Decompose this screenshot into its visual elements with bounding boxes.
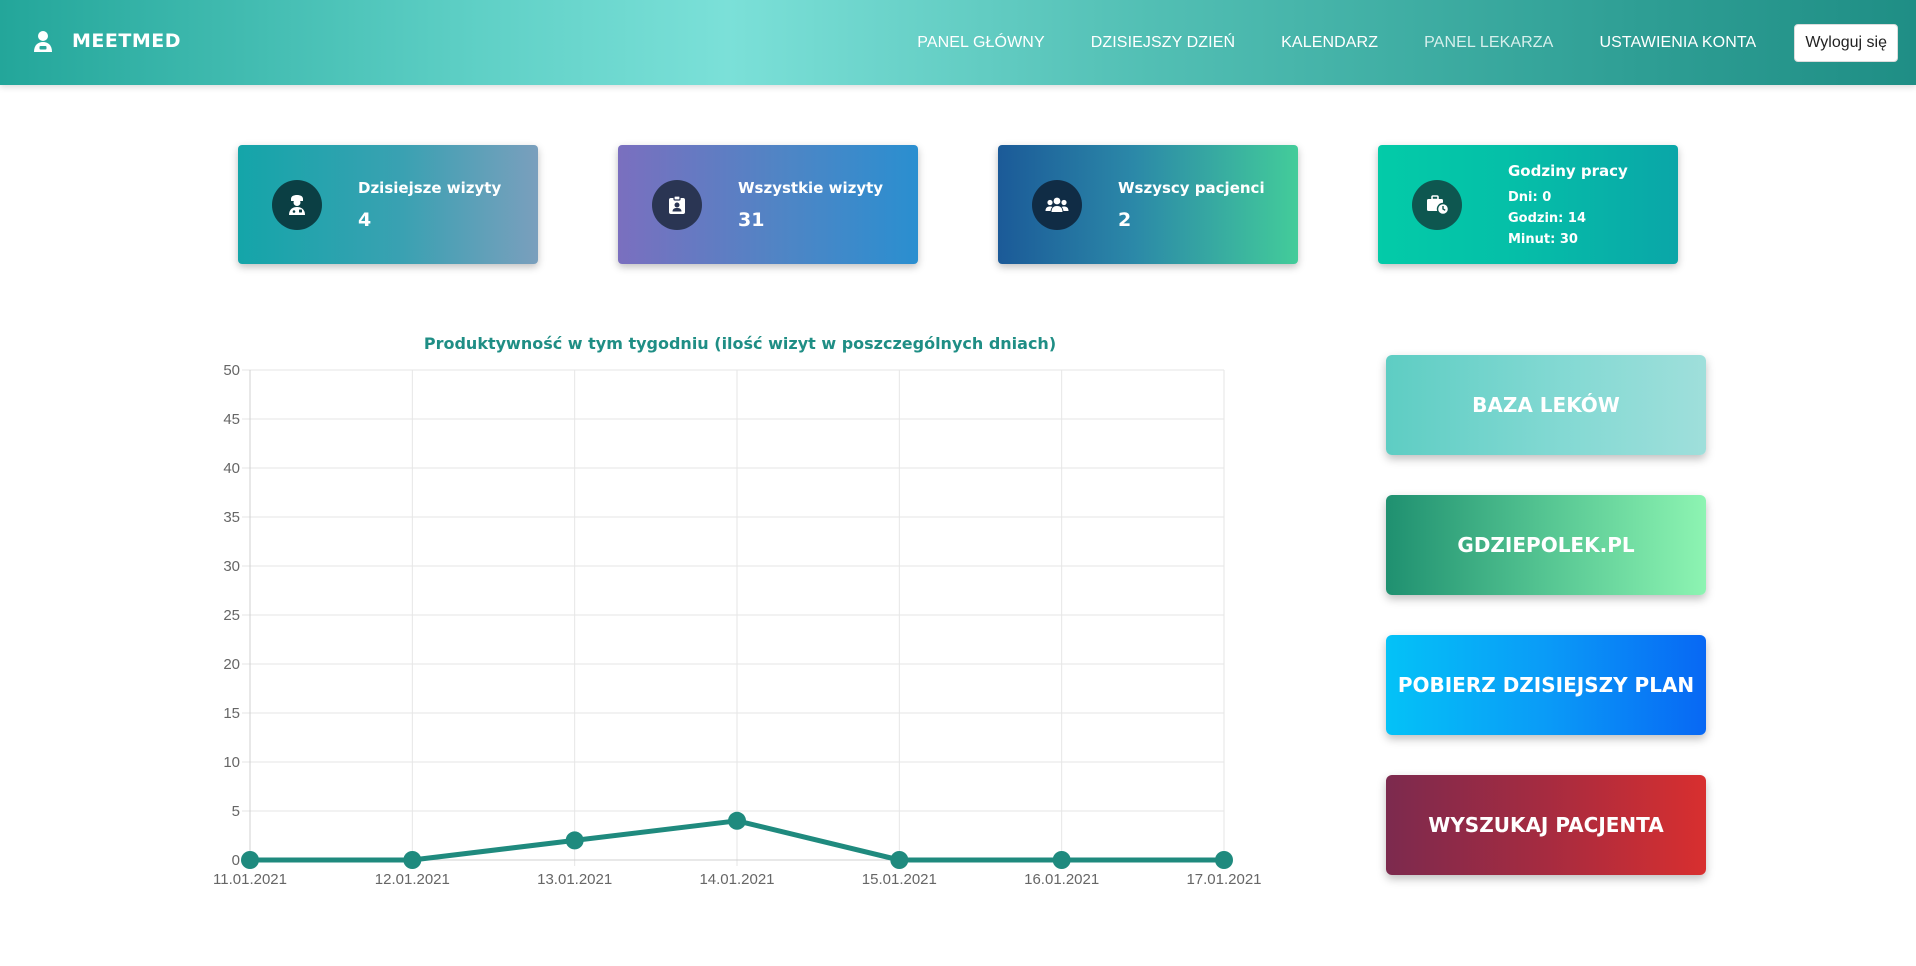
brand[interactable]: MEETMED (30, 28, 181, 54)
x-tick-label: 14.01.2021 (699, 871, 774, 888)
data-point (1052, 851, 1071, 869)
y-tick-label: 10 (223, 754, 240, 771)
nav-item-ustawienia-konta[interactable]: USTAWIENIA KONTA (1599, 34, 1756, 52)
nav-item-kalendarz[interactable]: KALENDARZ (1281, 34, 1378, 52)
y-tick-label: 25 (223, 607, 240, 624)
card-value: 31 (738, 209, 765, 231)
x-tick-label: 16.01.2021 (1024, 871, 1099, 888)
nav-item-panel-glowny[interactable]: PANEL GŁÓWNY (917, 34, 1044, 52)
y-tick-label: 5 (232, 803, 240, 820)
nav-item-dzisiejszy-dzien[interactable]: DZISIEJSZY DZIEŃ (1091, 34, 1235, 52)
y-tick-label: 0 (232, 852, 240, 869)
working-hours-details: Dni: 0 Godzin: 14 Minut: 30 (1508, 187, 1586, 250)
nav-links: PANEL GŁÓWNY DZISIEJSZY DZIEŃ KALENDARZ … (917, 0, 1916, 85)
y-tick-label: 40 (223, 460, 240, 477)
y-tick-label: 15 (223, 705, 240, 722)
x-tick-label: 15.01.2021 (862, 871, 937, 888)
doctor-user-icon (30, 28, 56, 54)
working-hours: Godzin: 14 (1508, 211, 1586, 226)
stat-card-todays-visits: Dzisiejsze wizyty 4 (238, 145, 538, 264)
productivity-chart: Produktywność w tym tygodniu (ilość wizy… (200, 330, 1280, 900)
nav-item-panel-lekarza[interactable]: PANEL LEKARZA (1424, 34, 1553, 52)
stat-card-working-hours: Godziny pracy Dni: 0 Godzin: 14 Minut: 3… (1378, 145, 1678, 264)
gdziepolek-button[interactable]: GDZIEPOLEK.PL (1386, 495, 1706, 595)
briefcase-clock-icon (1412, 180, 1462, 230)
y-tick-label: 20 (223, 656, 240, 673)
y-tick-label: 45 (223, 411, 240, 428)
stat-card-all-patients: Wszyscy pacjenci 2 (998, 145, 1298, 264)
chart-plot: 0 5 10 15 20 25 30 35 40 45 50 11.01.2021 12.01.2021… (213, 362, 1262, 888)
card-title: Dzisiejsze wizyty (358, 179, 502, 197)
drug-database-button[interactable]: BAZA LEKÓW (1386, 355, 1706, 455)
stat-card-all-visits: Wszystkie wizyty 31 (618, 145, 918, 264)
x-tick-label: 13.01.2021 (537, 871, 612, 888)
data-point (403, 851, 422, 869)
search-patient-button[interactable]: WYSZUKAJ PACJENTA (1386, 775, 1706, 875)
doctor-icon (272, 180, 322, 230)
working-days: Dni: 0 (1508, 190, 1552, 205)
card-value: 2 (1118, 209, 1132, 231)
data-point (728, 811, 746, 830)
y-tick-label: 30 (223, 558, 240, 575)
logout-button[interactable]: Wyloguj się (1794, 23, 1898, 62)
x-tick-label: 11.01.2021 (213, 871, 287, 888)
data-point (241, 851, 259, 869)
data-point (890, 851, 909, 869)
brand-name: MEETMED (72, 30, 181, 52)
card-title: Wszyscy pacjenci (1118, 179, 1265, 197)
x-tick-label: 17.01.2021 (1186, 871, 1261, 888)
download-daily-plan-button[interactable]: POBIERZ DZISIEJSZY PLAN (1386, 635, 1706, 735)
working-minutes: Minut: 30 (1508, 232, 1578, 247)
data-point (1215, 851, 1233, 869)
x-tick-label: 12.01.2021 (375, 871, 450, 888)
card-value: 4 (358, 209, 372, 231)
users-icon (1032, 180, 1082, 230)
data-point (565, 831, 584, 850)
id-badge-icon (652, 180, 702, 230)
card-title: Wszystkie wizyty (738, 179, 884, 197)
navbar: MEETMED PANEL GŁÓWNY DZISIEJSZY DZIEŃ KA… (0, 0, 1916, 85)
y-tick-label: 35 (223, 509, 240, 526)
card-title: Godziny pracy (1508, 162, 1628, 180)
y-tick-label: 50 (223, 362, 240, 379)
